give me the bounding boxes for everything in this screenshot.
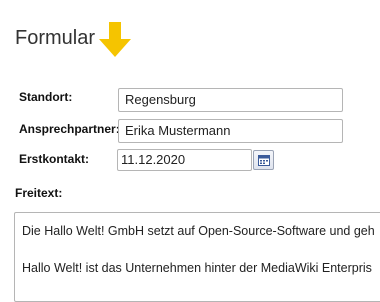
form-title: Formular xyxy=(15,27,96,49)
standort-field[interactable]: Regensburg xyxy=(118,88,343,112)
date-picker-button[interactable] xyxy=(253,150,274,170)
ansprechpartner-field[interactable]: Erika Mustermann xyxy=(118,119,343,143)
freitext-line: Hallo Welt! ist das Unternehmen hinter d… xyxy=(22,261,372,275)
calendar-icon xyxy=(258,155,270,166)
freitext-label: Freitext: xyxy=(15,186,63,200)
erstkontakt-field[interactable]: 11.12.2020 xyxy=(117,149,252,171)
ansprechpartner-label: Ansprechpartner: xyxy=(19,122,120,136)
arrow-down-icon xyxy=(99,22,131,57)
freitext-line: Die Hallo Welt! GmbH setzt auf Open-Sour… xyxy=(22,224,375,238)
standort-label: Standort: xyxy=(19,90,73,104)
freitext-textarea[interactable]: Die Hallo Welt! GmbH setzt auf Open-Sour… xyxy=(14,212,380,302)
erstkontakt-label: Erstkontakt: xyxy=(19,152,90,166)
